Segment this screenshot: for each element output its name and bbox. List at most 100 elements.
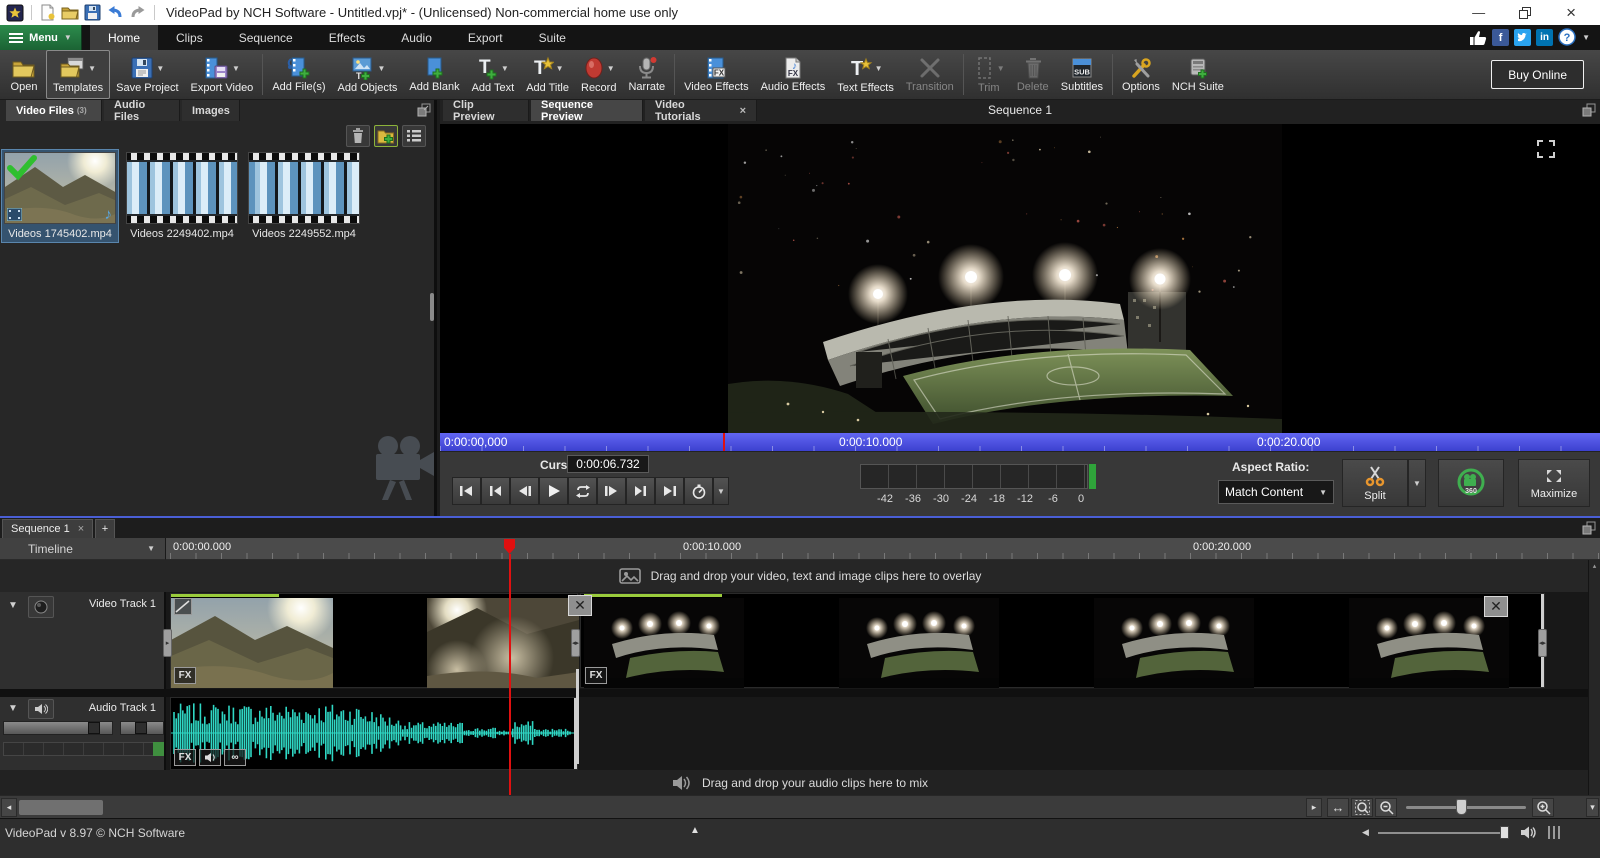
fullscreen-icon[interactable]: [1535, 138, 1557, 160]
detach-panel-icon[interactable]: [1582, 103, 1596, 117]
options-button[interactable]: Options: [1116, 50, 1166, 99]
open-button[interactable]: Open: [2, 50, 46, 99]
tab-clip-preview[interactable]: Clip Preview: [443, 100, 529, 121]
zoom-to-selection-button[interactable]: [1351, 798, 1373, 817]
clip-right-trim-handle[interactable]: ◂▸: [1538, 629, 1547, 657]
dropdown-icon[interactable]: ▼: [501, 64, 509, 73]
tab-video-files[interactable]: Video Files (3): [6, 100, 102, 121]
tab-audio[interactable]: Audio: [383, 25, 450, 50]
new-project-icon[interactable]: [39, 4, 56, 21]
clip-edge[interactable]: [574, 698, 577, 769]
panel-scrollbar-thumb[interactable]: [430, 293, 434, 321]
add-text-button[interactable]: T▼ Add Text: [466, 50, 521, 99]
speaker-icon[interactable]: [1520, 825, 1538, 840]
pan-slider[interactable]: [120, 721, 164, 735]
record-button[interactable]: ▼ Record: [575, 50, 622, 99]
save-project-button[interactable]: ▼ Save Project: [110, 50, 184, 99]
loop-button[interactable]: [568, 477, 597, 505]
dropdown-icon[interactable]: ▼: [156, 64, 164, 73]
subtitles-button[interactable]: SUB Subtitles: [1055, 50, 1109, 99]
scroll-right-button[interactable]: ▸: [1306, 798, 1322, 817]
tab-home[interactable]: Home: [90, 25, 158, 50]
preview-360-button[interactable]: 360: [1438, 459, 1504, 507]
zoom-out-button[interactable]: [1375, 798, 1397, 817]
clip-volume-badge[interactable]: [199, 749, 221, 766]
close-tab-icon[interactable]: ×: [740, 105, 746, 117]
slider-thumb[interactable]: [135, 722, 147, 734]
tab-audio-files[interactable]: Audio Files: [104, 100, 180, 121]
scroll-left-button[interactable]: ◂: [1, 798, 17, 817]
split-button[interactable]: Split: [1342, 459, 1408, 507]
redo-icon[interactable]: [129, 4, 147, 21]
clip-right-trim-handle[interactable]: ◂▸: [571, 629, 580, 657]
dropdown-icon[interactable]: ▼: [607, 64, 615, 73]
fx-badge[interactable]: FX: [174, 667, 196, 684]
next-clip-button[interactable]: [626, 477, 655, 505]
minimize-button[interactable]: —: [1472, 6, 1485, 19]
help-dropdown-icon[interactable]: ▼: [1582, 33, 1590, 42]
scrollbar-thumb[interactable]: [19, 800, 103, 815]
sequence-tab[interactable]: Sequence 1×: [2, 519, 93, 538]
track-visibility-toggle[interactable]: [28, 596, 54, 618]
link-badge[interactable]: ∞: [224, 749, 246, 766]
add-title-button[interactable]: T▼ Add Title: [520, 50, 575, 99]
collapse-track-icon[interactable]: ▼: [8, 703, 18, 714]
clip-left-trim-handle[interactable]: ▸: [163, 629, 172, 657]
new-sequence-tab-button[interactable]: +: [95, 519, 115, 538]
tab-sequence[interactable]: Sequence: [221, 25, 311, 50]
add-folder-button[interactable]: [374, 125, 398, 147]
delete-file-button[interactable]: [346, 125, 370, 147]
media-file-item[interactable]: Videos 2249552.mp4: [246, 150, 362, 242]
transport-dropdown[interactable]: ▼: [713, 477, 729, 505]
undo-icon[interactable]: [106, 4, 124, 21]
playback-speed-button[interactable]: [684, 477, 713, 505]
restore-button[interactable]: [1519, 7, 1532, 19]
fade-icon[interactable]: [174, 598, 192, 615]
list-view-button[interactable]: [402, 125, 426, 147]
play-button[interactable]: [539, 477, 568, 505]
tab-clips[interactable]: Clips: [158, 25, 221, 50]
dropdown-icon[interactable]: ▼: [556, 64, 564, 73]
volume-min-icon[interactable]: ◀: [1362, 827, 1369, 838]
dropdown-icon[interactable]: ▼: [232, 64, 240, 73]
video-effects-button[interactable]: FX Video Effects: [678, 50, 754, 99]
slider-thumb[interactable]: [88, 722, 100, 734]
twitter-icon[interactable]: [1514, 29, 1531, 46]
video-preview-stage[interactable]: [440, 124, 1600, 433]
transition-button[interactable]: Transition: [900, 50, 960, 99]
templates-button[interactable]: ▼ Templates: [46, 50, 110, 99]
tab-video-tutorials[interactable]: Video Tutorials×: [645, 100, 757, 121]
step-forward-button[interactable]: [597, 477, 626, 505]
video-clip-stadium[interactable]: FX ✕: [580, 593, 1545, 688]
go-to-start-button[interactable]: [452, 477, 481, 505]
video-clip-mountain[interactable]: FX: [170, 593, 578, 688]
master-volume-track[interactable]: [1378, 832, 1508, 834]
facebook-icon[interactable]: f: [1492, 29, 1509, 46]
audio-effects-button[interactable]: FX♪ Audio Effects: [755, 50, 832, 99]
fx-badge[interactable]: FX: [585, 667, 607, 684]
section-divider[interactable]: [0, 516, 1600, 518]
maximize-preview-button[interactable]: Maximize: [1518, 459, 1590, 507]
nch-suite-button[interactable]: NCH Suite: [1166, 50, 1230, 99]
add-objects-button[interactable]: T▼ Add Objects: [332, 50, 404, 99]
like-icon[interactable]: [1469, 29, 1487, 46]
detach-panel-icon[interactable]: [1582, 521, 1596, 535]
aspect-ratio-select[interactable]: Match Content▼: [1218, 480, 1334, 504]
playhead-line[interactable]: [509, 554, 511, 795]
dropdown-icon[interactable]: ▼: [875, 64, 883, 73]
tab-images[interactable]: Images: [182, 100, 240, 121]
delete-button[interactable]: Delete: [1011, 50, 1055, 99]
split-dropdown[interactable]: ▼: [1408, 459, 1426, 507]
timeline-mode-select[interactable]: Timeline ▼: [0, 538, 166, 560]
resize-grip[interactable]: [1548, 826, 1560, 839]
narrate-button[interactable]: Narrate: [622, 50, 671, 99]
media-file-item[interactable]: ♪ Videos 1745402.mp4: [2, 150, 118, 242]
detach-panel-icon[interactable]: [417, 103, 431, 117]
buy-online-button[interactable]: Buy Online: [1491, 60, 1584, 89]
linkedin-icon[interactable]: in: [1536, 29, 1553, 46]
dropdown-icon[interactable]: ▼: [997, 64, 1005, 73]
scroll-up-icon[interactable]: ▴: [1589, 560, 1600, 570]
scroll-down-button[interactable]: ▾: [1586, 798, 1599, 817]
save-project-icon[interactable]: [84, 4, 101, 21]
transition-x-icon[interactable]: ✕: [1484, 596, 1508, 617]
